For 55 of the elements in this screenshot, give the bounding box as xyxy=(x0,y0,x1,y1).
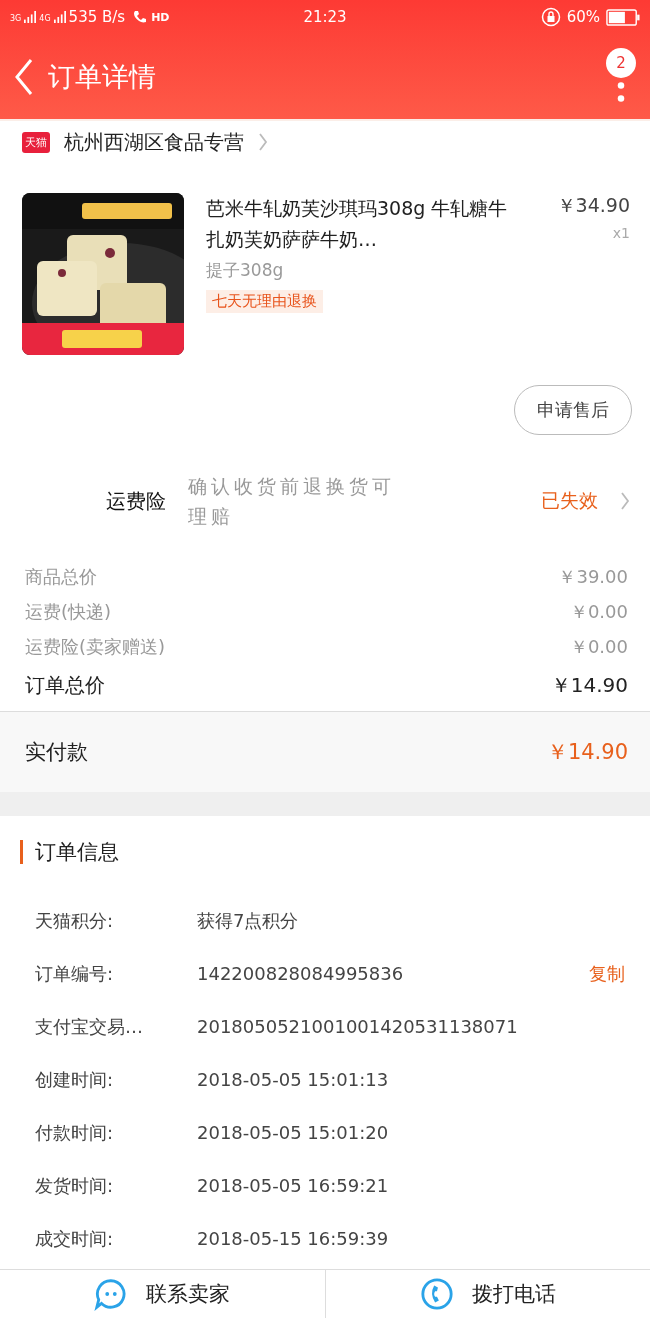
copy-link[interactable]: 复制 xyxy=(589,961,625,986)
info-label: 发货时间: xyxy=(35,1173,115,1198)
bottom-action[interactable]: 拨打电话 xyxy=(471,1280,556,1308)
chevron-icon xyxy=(620,491,630,511)
info-value: 2018-05-05 16:59:21 xyxy=(197,1175,390,1196)
network-label: 3G xyxy=(10,14,22,23)
info-label: 订单编号: xyxy=(35,961,115,986)
store-badge: 天猫 xyxy=(22,131,50,153)
bottom-action[interactable]: 联系卖家 xyxy=(146,1280,231,1308)
price-value: ￥0.00 xyxy=(569,600,628,624)
battery-percent: 60% xyxy=(566,8,600,26)
rotation-lock-icon xyxy=(540,7,561,27)
insurance-label: 运费险 xyxy=(106,487,166,515)
section-title: 订单信息 xyxy=(35,839,119,866)
info-value: 2018-05-15 16:59:39 xyxy=(197,1228,390,1249)
info-value: 2018-05-05 15:01:20 xyxy=(197,1122,390,1143)
price-label: 商品总价 xyxy=(25,565,97,589)
price-label: 订单总价 xyxy=(25,672,105,699)
product-title[interactable]: 芭米牛轧奶芙沙琪玛308g 牛轧糖牛扎奶芙奶萨萨牛奶… xyxy=(206,193,516,255)
price-label: 运费(快递) xyxy=(25,600,112,624)
page-title: 订单详情 xyxy=(48,59,157,94)
product-quantity: x1 xyxy=(612,225,630,241)
network-label: 4G xyxy=(39,14,51,23)
insurance-description: 确认收货前退换货可理赔 xyxy=(188,474,396,529)
info-value: 2018050521001001420531138071 xyxy=(197,1016,519,1037)
battery-icon xyxy=(606,8,640,26)
info-label: 创建时间: xyxy=(35,1067,115,1092)
clock: 21:23 xyxy=(303,8,347,26)
info-label: 成交时间: xyxy=(35,1226,115,1251)
price-value: ￥14.90 xyxy=(550,672,628,699)
price-value: ￥0.00 xyxy=(569,635,628,659)
after-sales-button[interactable]: 申请售后 xyxy=(514,385,632,435)
chevron-icon xyxy=(258,132,268,152)
product-variant: 提子308g xyxy=(206,259,284,282)
payment-label: 实付款 xyxy=(25,739,88,766)
phone-icon[interactable] xyxy=(419,1277,454,1311)
info-label: 付款时间: xyxy=(35,1120,115,1145)
info-label: 支付宝交易… xyxy=(35,1014,144,1039)
back-icon[interactable] xyxy=(14,56,34,97)
network-speed: 535 B/s xyxy=(68,8,126,26)
notification-badge: 2 xyxy=(606,47,636,78)
payment-amount: ￥14.90 xyxy=(546,739,628,766)
info-label: 天猫积分: xyxy=(35,908,115,933)
return-policy-tag: 七天无理由退换 xyxy=(206,290,323,313)
price-label: 运费险(卖家赠送) xyxy=(25,635,166,659)
info-value: 2018-05-05 15:01:13 xyxy=(197,1069,390,1090)
product-price: ￥34.90 xyxy=(556,193,630,218)
price-value: ￥39.00 xyxy=(558,565,628,589)
phone-icon xyxy=(132,9,149,25)
signal-icon xyxy=(53,10,66,24)
hd-label: HD xyxy=(151,10,170,24)
shop-name[interactable]: 杭州西湖区食品专营 xyxy=(64,128,244,156)
info-value: 获得7点积分 xyxy=(197,908,300,933)
signal-icon xyxy=(24,10,37,24)
info-value: 142200828084995836 xyxy=(197,963,405,984)
